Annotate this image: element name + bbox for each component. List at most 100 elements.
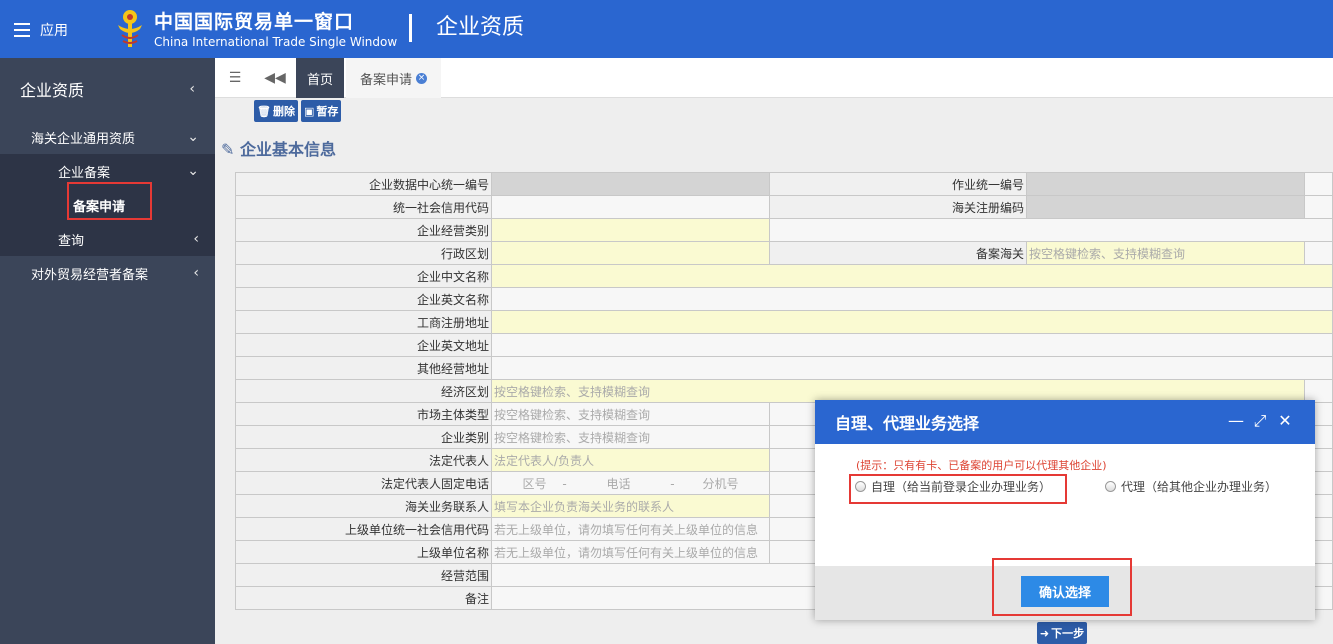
customs-office-field[interactable]: 按空格键检索、支持模糊查询: [1026, 241, 1305, 265]
tab-home-label: 首页: [306, 72, 333, 88]
form-field: [1304, 241, 1333, 265]
form-row: 其他经营地址: [235, 356, 1333, 380]
top-header: 应用 中国国际贸易单一窗口 China International Trade …: [0, 0, 1333, 58]
form-row: 企业英文名称: [235, 287, 1333, 311]
form-label: 企业英文地址: [235, 333, 492, 357]
brand: 中国国际贸易单一窗口 China International Trade Sin…: [154, 10, 397, 50]
chevron-left-icon: ‹: [193, 265, 199, 281]
highlight-box: [67, 182, 152, 220]
form-field[interactable]: [491, 310, 1333, 334]
form-label: 上级单位名称: [235, 540, 492, 564]
save-label: 暂存: [316, 105, 339, 118]
form-label: 工商注册地址: [235, 310, 492, 334]
brand-name-en: China International Trade Single Window: [154, 35, 398, 49]
form-label: 企业类别: [235, 425, 492, 449]
form-label: 市场主体类型: [235, 402, 492, 426]
tab-home[interactable]: 首页: [296, 58, 344, 98]
form-label: 企业经营类别: [235, 218, 492, 242]
form-label: 统一社会信用代码: [235, 195, 492, 219]
edit-icon: ✎: [221, 140, 235, 159]
sidebar-item-label: 企业备案: [58, 165, 111, 181]
form-label: 其他经营地址: [235, 356, 492, 380]
sidebar-item-foreign-trade-filing[interactable]: 对外贸易经营者备案 ‹: [0, 256, 215, 290]
form-field[interactable]: [491, 287, 1333, 311]
dialog-tip: (提示：只有有卡、已备案的用户可以代理其他企业): [856, 459, 1107, 472]
form-field: [1026, 172, 1305, 196]
trash-icon: 🗑: [257, 104, 271, 118]
chevron-down-icon: ⌄: [187, 163, 199, 179]
section-title-text: 企业基本信息: [239, 140, 336, 159]
form-field[interactable]: [491, 356, 1333, 380]
close-icon[interactable]: ✕: [1276, 412, 1294, 430]
sidebar: 企业资质 ‹ 海关企业通用资质 ⌄ 企业备案 ⌄ 备案申请 查询 ‹ 对外贸易经…: [0, 58, 215, 644]
tab-filing-application[interactable]: 备案申请 ×: [346, 58, 441, 98]
form-field[interactable]: [491, 264, 1333, 288]
form-row: 工商注册地址: [235, 310, 1333, 334]
form-field[interactable]: 按空格键检索、支持模糊查询: [491, 402, 770, 426]
form-label: 法定代表人: [235, 448, 492, 472]
sidebar-item-label: 对外贸易经营者备案: [31, 267, 149, 283]
sidebar-title: 企业资质: [20, 81, 85, 100]
list-icon[interactable]: ☰: [215, 58, 255, 98]
hamburger-icon: [14, 23, 30, 37]
form-label: 经济区划: [235, 379, 492, 403]
close-icon[interactable]: ×: [416, 72, 427, 84]
sidebar-header[interactable]: 企业资质 ‹: [0, 58, 215, 120]
form-row: 企业经营类别: [235, 218, 1333, 242]
form-field[interactable]: 若无上级单位，请勿填写任何有关上级单位的信息: [491, 517, 770, 541]
form-field[interactable]: 若无上级单位，请勿填写任何有关上级单位的信息: [491, 540, 770, 564]
form-field: [1304, 195, 1333, 219]
save-icon: ▣: [304, 104, 315, 118]
phone-field[interactable]: 区号 - 电话 - 分机号: [491, 471, 770, 495]
form-field[interactable]: [491, 195, 770, 219]
form-label: 海关业务联系人: [235, 494, 492, 518]
form-label: 备注: [235, 586, 492, 610]
next-step-label: 下一步: [1051, 627, 1085, 640]
form-field[interactable]: 法定代表人/负责人: [491, 448, 770, 472]
form-field: [1304, 172, 1333, 196]
app-menu-button[interactable]: 应用: [14, 18, 74, 42]
form-field[interactable]: [491, 218, 770, 242]
form-label: 海关注册编码: [769, 195, 1027, 219]
form-label: 经营范围: [235, 563, 492, 587]
next-step-button[interactable]: ➜ 下一步: [1037, 622, 1087, 644]
minimize-icon[interactable]: —: [1227, 412, 1245, 430]
form-label: 行政区划: [235, 241, 492, 265]
form-field[interactable]: 填写本企业负责海关业务的联系人: [491, 494, 770, 518]
option-agent[interactable]: 代理（给其他企业办理业务）: [1105, 478, 1277, 495]
form-field: [491, 172, 770, 196]
highlight-box: [992, 558, 1132, 616]
form-label: 备案海关: [769, 241, 1027, 265]
rewind-icon[interactable]: ◀◀: [255, 58, 295, 98]
chevron-left-icon: ‹: [189, 81, 195, 97]
dialog-title: 自理、代理业务选择: [835, 414, 980, 433]
form-row: 行政区划 备案海关 按空格键检索、支持模糊查询: [235, 241, 1333, 265]
form-row: 企业中文名称: [235, 264, 1333, 288]
chevron-down-icon: ⌄: [187, 129, 199, 145]
form-label: 企业数据中心统一编号: [235, 172, 492, 196]
tab-bar: ☰ ◀◀ 首页 备案申请 ×: [215, 58, 1333, 98]
header-divider: [409, 14, 412, 42]
sidebar-item-query[interactable]: 查询 ‹: [0, 222, 215, 256]
form-label: 企业英文名称: [235, 287, 492, 311]
form-label: 法定代表人固定电话: [235, 471, 492, 495]
sidebar-item-label: 海关企业通用资质: [31, 131, 136, 147]
form-field[interactable]: [491, 333, 1333, 357]
save-draft-button[interactable]: ▣ 暂存: [301, 100, 342, 122]
sidebar-item-customs-qualification[interactable]: 海关企业通用资质 ⌄: [0, 120, 215, 154]
page-title: 企业资质: [436, 15, 525, 40]
business-type-dialog: 自理、代理业务选择 — ⤢ ✕ (提示：只有有卡、已备案的用户可以代理其他企业)…: [815, 400, 1315, 620]
arrow-right-icon: ➜: [1039, 626, 1050, 640]
delete-button[interactable]: 🗑 删除: [254, 100, 298, 122]
form-field[interactable]: 按空格键检索、支持模糊查询: [491, 425, 770, 449]
form-field: [769, 218, 1333, 242]
maximize-icon[interactable]: ⤢: [1251, 412, 1269, 430]
sidebar-item-label: 查询: [58, 233, 85, 249]
form-row: 企业数据中心统一编号 作业统一编号: [235, 172, 1333, 196]
tab-apply-label: 备案申请: [359, 72, 412, 88]
form-field[interactable]: [491, 241, 770, 265]
app-menu-label: 应用: [40, 23, 68, 39]
radio-agent[interactable]: [1105, 481, 1116, 492]
customs-emblem-icon: [118, 10, 142, 47]
form-label: 企业中文名称: [235, 264, 492, 288]
